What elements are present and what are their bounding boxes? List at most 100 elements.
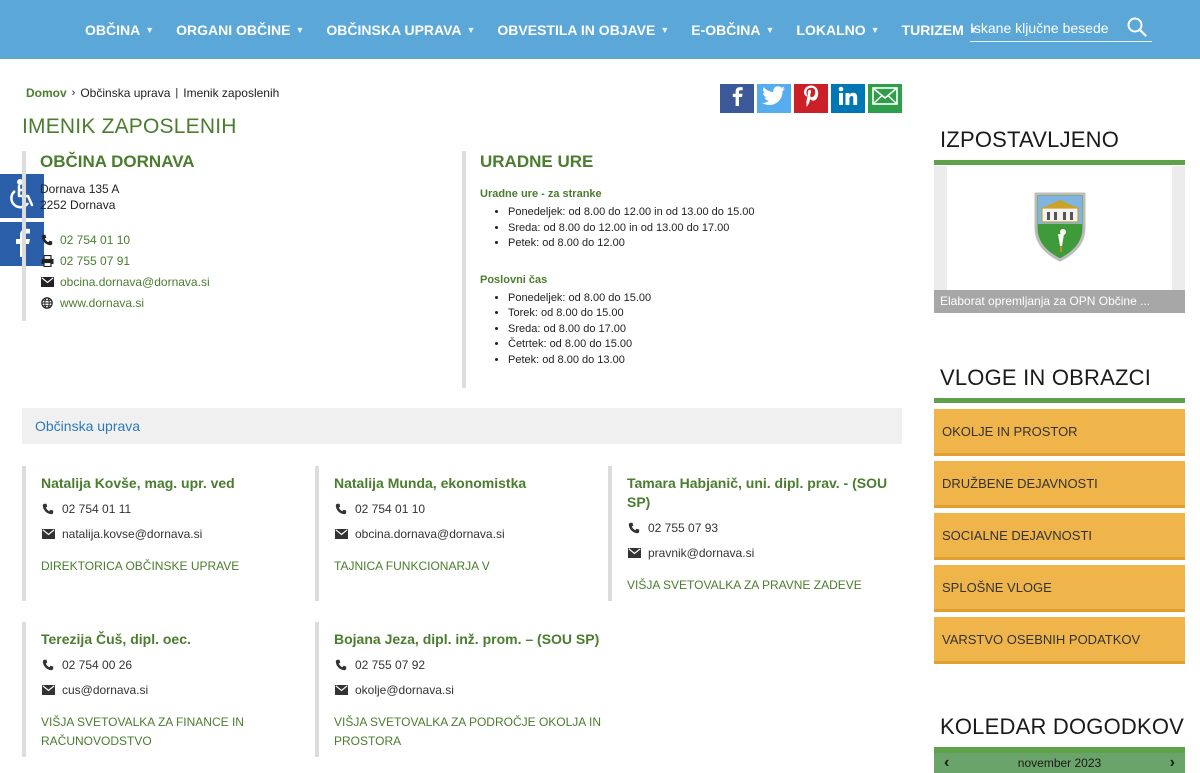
nav-item-e-obcina[interactable]: E-OBČINA ▼: [691, 22, 774, 38]
phone-icon: [41, 658, 55, 672]
share-buttons: [720, 84, 905, 113]
address-line: Dornava 135 A: [40, 182, 120, 196]
coat-of-arms-icon: [1032, 190, 1088, 267]
form-category-druzbene[interactable]: DRUŽBENE DEJAVNOSTI: [934, 461, 1185, 508]
search-icon[interactable]: [1126, 16, 1148, 38]
phone-number[interactable]: 02 754 00 26: [62, 658, 132, 672]
share-twitter-button[interactable]: [757, 84, 791, 113]
main-menu: OBČINA ▼ ORGANI OBČINE ▼ OBČINSKA UPRAVA ▼ …: [85, 0, 1000, 59]
phone-number[interactable]: 02 754 01 10: [355, 502, 425, 516]
employee-card: Natalija Munda, ekonomistka 02 754 01 10…: [315, 466, 608, 601]
phone-icon: [334, 502, 348, 516]
globe-icon: [40, 296, 54, 310]
breadcrumb: Domov › Občinska uprava | Imenik zaposle…: [26, 86, 279, 100]
nav-item-turizem[interactable]: TURIZEM ▼: [902, 22, 978, 38]
employee-role: VIŠJA SVETOVALKA ZA PODROČJE OKOLJA IN P…: [334, 715, 601, 748]
envelope-icon: [872, 87, 898, 110]
employee-phone: 02 754 01 11: [41, 500, 315, 518]
phone-icon: [334, 658, 348, 672]
email-link[interactable]: pravnik@dornava.si: [648, 546, 754, 560]
employee-phone: 02 754 00 26: [41, 656, 315, 674]
featured-caption: Elaborat opremljanja za OPN Občine ...: [934, 290, 1185, 313]
featured-image: [947, 166, 1172, 291]
municipality-email: obcina.dornava@dornava.si: [40, 273, 442, 290]
calendar-heading: KOLEDAR DOGODKOV: [940, 714, 1185, 739]
employee-card: Bojana Jeza, dipl. inž. prom. – (SOU SP)…: [315, 622, 608, 757]
section-title: Občinska uprava: [35, 418, 141, 434]
share-pinterest-button[interactable]: [794, 84, 828, 113]
fax-icon: [40, 254, 54, 268]
top-navigation: OBČINA ▼ ORGANI OBČINE ▼ OBČINSKA UPRAVA ▼ …: [0, 0, 1200, 59]
employee-card: Terezija Čuš, dipl. oec. 02 754 00 26 cu…: [22, 622, 315, 757]
employee-phone: 02 755 07 93: [627, 519, 901, 537]
phone-number[interactable]: 02 755 07 93: [648, 521, 718, 535]
municipality-fax: 02 755 07 91: [40, 252, 442, 269]
breadcrumb-level1-link[interactable]: Občinska uprava: [80, 86, 170, 100]
fax-number: 02 755 07 91: [60, 253, 131, 268]
chevron-right-icon: ›: [71, 87, 76, 99]
email-link[interactable]: obcina.dornava@dornava.si: [355, 527, 505, 541]
email-link[interactable]: cus@dornava.si: [62, 683, 148, 697]
phone-icon: [40, 233, 54, 247]
chevron-down-icon: ▼: [765, 24, 775, 35]
chevron-down-icon: ▼: [145, 24, 155, 35]
form-category-socialne[interactable]: SOCIALNE DEJAVNOSTI: [934, 513, 1185, 560]
employee-phone: 02 754 01 10: [334, 500, 608, 518]
employee-role: VIŠJA SVETOVALKA ZA FINANCE IN RAČUNOVOD…: [41, 715, 244, 748]
employee-role: DIREKTORICA OBČINSKE UPRAVE: [41, 559, 240, 573]
chevron-down-icon: ▼: [295, 24, 305, 35]
breadcrumb-home-link[interactable]: Domov: [26, 86, 67, 100]
envelope-icon: [334, 527, 348, 541]
business-hours-list: Ponedeljek: od 8.00 do 15.00 Torek: od 8…: [480, 291, 892, 369]
share-linkedin-button[interactable]: [831, 84, 865, 113]
breadcrumb-current: Imenik zaposlenih: [183, 86, 280, 100]
email-link[interactable]: obcina.dornava@dornava.si: [60, 275, 210, 289]
form-category-varstvo[interactable]: VARSTVO OSEBNIH PODATKOV: [934, 617, 1185, 664]
email-link[interactable]: natalija.kovse@dornava.si: [62, 527, 202, 541]
nav-item-label: OBČINSKA UPRAVA: [326, 21, 462, 38]
website-link[interactable]: www.dornava.si: [60, 296, 144, 310]
phone-link[interactable]: 02 754 01 10: [60, 233, 130, 247]
nav-item-organi-obcine[interactable]: ORGANI OBČINE ▼: [176, 22, 304, 38]
employee-name: Terezija Čuš, dipl. oec.: [41, 631, 191, 647]
nav-item-label: E-OBČINA: [691, 21, 761, 38]
divider: [934, 398, 1185, 403]
employee-card: Tamara Habjanič, uni. dipl. prav. - (SOU…: [608, 466, 901, 601]
nav-item-lokalno[interactable]: LOKALNO ▼: [796, 22, 879, 38]
business-hours-heading: Poslovni čas: [480, 273, 548, 286]
employee-phone: 02 755 07 92: [334, 656, 608, 674]
nav-item-obcina[interactable]: OBČINA ▼: [85, 22, 154, 38]
envelope-icon: [41, 683, 55, 697]
employee-email: okolje@dornava.si: [334, 681, 608, 699]
email-link[interactable]: okolje@dornava.si: [355, 683, 454, 697]
phone-number[interactable]: 02 755 07 92: [355, 658, 425, 672]
linkedin-icon: [838, 86, 858, 111]
search-box: [970, 14, 1152, 42]
chevron-down-icon: ▼: [660, 24, 670, 35]
office-hours-box: URADNE URE Uradne ure - za stranke Poned…: [462, 151, 892, 388]
employee-name: Natalija Munda, ekonomistka: [334, 475, 527, 491]
breadcrumb-divider: |: [175, 87, 179, 99]
chevron-right-icon[interactable]: ›: [1170, 754, 1175, 772]
form-category-okolje[interactable]: OKOLJE IN PROSTOR: [934, 409, 1185, 456]
phone-icon: [41, 502, 55, 516]
employee-email: pravnik@dornava.si: [627, 544, 901, 562]
featured-item[interactable]: Elaborat opremljanja za OPN Občine ...: [934, 166, 1185, 313]
chevron-left-icon[interactable]: ‹: [944, 754, 949, 772]
phone-number[interactable]: 02 754 01 11: [62, 502, 131, 516]
share-email-button[interactable]: [868, 84, 902, 113]
facebook-icon: [730, 86, 744, 111]
share-facebook-button[interactable]: [720, 84, 754, 113]
hours-item: Sreda: od 8.00 do 12.00 in od 13.00 do 1…: [508, 221, 892, 237]
form-category-splosne[interactable]: SPLOŠNE VLOGE: [934, 565, 1185, 612]
nav-item-obvestila[interactable]: OBVESTILA IN OBJAVE ▼: [497, 22, 669, 38]
employee-name: Natalija Kovše, mag. upr. ved: [41, 475, 235, 491]
municipality-address: Dornava 135 A 2252 Dornava: [40, 181, 442, 213]
hours-item: Četrtek: od 8.00 do 15.00: [508, 337, 892, 353]
nav-item-label: OBVESTILA IN OBJAVE: [497, 21, 656, 38]
calendar-month-bar: ‹ november 2023 ›: [934, 753, 1185, 773]
nav-item-obcinska-uprava[interactable]: OBČINSKA UPRAVA ▼: [326, 22, 475, 38]
nav-item-label: TURIZEM: [901, 21, 964, 38]
search-input[interactable]: [970, 16, 1120, 40]
nav-item-label: LOKALNO: [796, 21, 866, 38]
